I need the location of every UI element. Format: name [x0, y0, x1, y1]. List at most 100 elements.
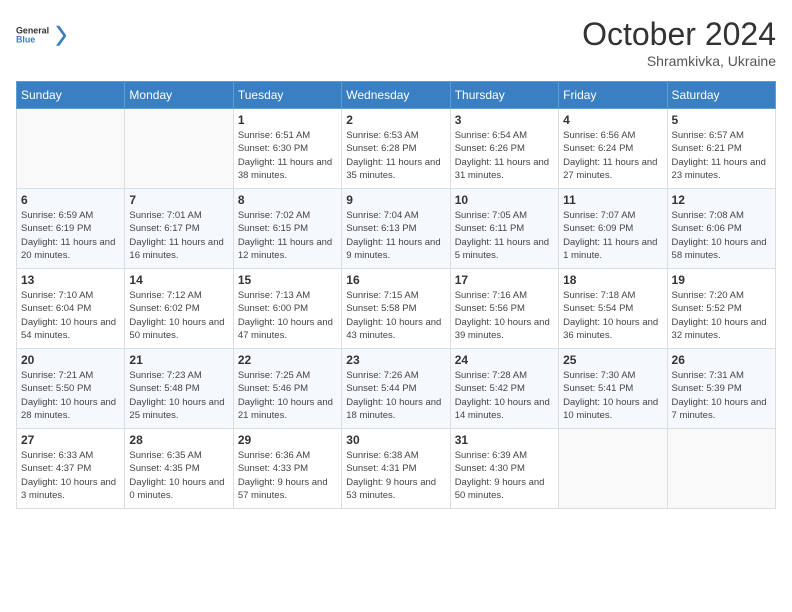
- calendar-cell: 14 Sunrise: 7:12 AMSunset: 6:02 PMDayligh…: [125, 269, 233, 349]
- day-info: Sunrise: 6:39 AMSunset: 4:30 PMDaylight:…: [455, 449, 554, 502]
- calendar-cell: 25 Sunrise: 7:30 AMSunset: 5:41 PMDayligh…: [559, 349, 667, 429]
- day-info: Sunrise: 6:38 AMSunset: 4:31 PMDaylight:…: [346, 449, 445, 502]
- day-number: 3: [455, 113, 554, 127]
- day-info: Sunrise: 7:08 AMSunset: 6:06 PMDaylight:…: [672, 209, 771, 262]
- day-info: Sunrise: 6:56 AMSunset: 6:24 PMDaylight:…: [563, 129, 662, 182]
- calendar-cell: 31 Sunrise: 6:39 AMSunset: 4:30 PMDayligh…: [450, 429, 558, 509]
- day-info: Sunrise: 7:05 AMSunset: 6:11 PMDaylight:…: [455, 209, 554, 262]
- calendar-cell: [667, 429, 775, 509]
- day-info: Sunrise: 6:51 AMSunset: 6:30 PMDaylight:…: [238, 129, 337, 182]
- calendar-cell: 9 Sunrise: 7:04 AMSunset: 6:13 PMDaylight…: [342, 189, 450, 269]
- day-number: 23: [346, 353, 445, 367]
- weekday-header: Sunday: [17, 82, 125, 109]
- calendar-cell: 7 Sunrise: 7:01 AMSunset: 6:17 PMDaylight…: [125, 189, 233, 269]
- day-info: Sunrise: 6:59 AMSunset: 6:19 PMDaylight:…: [21, 209, 120, 262]
- calendar-cell: 30Sunrise: 6:38 AMSunset: 4:31 PMDayligh…: [342, 429, 450, 509]
- calendar-cell: 12 Sunrise: 7:08 AMSunset: 6:06 PMDayligh…: [667, 189, 775, 269]
- day-number: 27: [21, 433, 120, 447]
- calendar-cell: 13 Sunrise: 7:10 AMSunset: 6:04 PMDayligh…: [17, 269, 125, 349]
- day-info: Sunrise: 7:31 AMSunset: 5:39 PMDaylight:…: [672, 369, 771, 422]
- weekday-header: Saturday: [667, 82, 775, 109]
- weekday-header: Thursday: [450, 82, 558, 109]
- logo: General Blue: [16, 16, 66, 56]
- day-info: Sunrise: 6:33 AMSunset: 4:37 PMDaylight:…: [21, 449, 120, 502]
- calendar-cell: 24 Sunrise: 7:28 AMSunset: 5:42 PMDayligh…: [450, 349, 558, 429]
- day-info: Sunrise: 7:04 AMSunset: 6:13 PMDaylight:…: [346, 209, 445, 262]
- calendar-cell: 19Sunrise: 7:20 AMSunset: 5:52 PMDayligh…: [667, 269, 775, 349]
- day-number: 1: [238, 113, 337, 127]
- weekday-header: Tuesday: [233, 82, 341, 109]
- calendar-cell: 21 Sunrise: 7:23 AMSunset: 5:48 PMDayligh…: [125, 349, 233, 429]
- day-info: Sunrise: 6:54 AMSunset: 6:26 PMDaylight:…: [455, 129, 554, 182]
- day-info: Sunrise: 6:35 AMSunset: 4:35 PMDaylight:…: [129, 449, 228, 502]
- day-info: Sunrise: 7:26 AMSunset: 5:44 PMDaylight:…: [346, 369, 445, 422]
- day-info: Sunrise: 7:23 AMSunset: 5:48 PMDaylight:…: [129, 369, 228, 422]
- day-number: 9: [346, 193, 445, 207]
- calendar-cell: 3 Sunrise: 6:54 AMSunset: 6:26 PMDaylight…: [450, 109, 558, 189]
- day-info: Sunrise: 7:30 AMSunset: 5:41 PMDaylight:…: [563, 369, 662, 422]
- calendar-cell: 4 Sunrise: 6:56 AMSunset: 6:24 PMDaylight…: [559, 109, 667, 189]
- day-info: Sunrise: 7:07 AMSunset: 6:09 PMDaylight:…: [563, 209, 662, 262]
- day-number: 10: [455, 193, 554, 207]
- calendar-cell: 28 Sunrise: 6:35 AMSunset: 4:35 PMDayligh…: [125, 429, 233, 509]
- day-info: Sunrise: 7:01 AMSunset: 6:17 PMDaylight:…: [129, 209, 228, 262]
- day-number: 31: [455, 433, 554, 447]
- day-number: 24: [455, 353, 554, 367]
- day-number: 16: [346, 273, 445, 287]
- weekday-header: Wednesday: [342, 82, 450, 109]
- day-info: Sunrise: 6:57 AMSunset: 6:21 PMDaylight:…: [672, 129, 771, 182]
- day-number: 21: [129, 353, 228, 367]
- page-header: General Blue October 2024 Shramkivka, Uk…: [16, 16, 776, 69]
- day-number: 19: [672, 273, 771, 287]
- calendar-cell: 10 Sunrise: 7:05 AMSunset: 6:11 PMDayligh…: [450, 189, 558, 269]
- calendar-cell: 18 Sunrise: 7:18 AMSunset: 5:54 PMDayligh…: [559, 269, 667, 349]
- calendar-cell: 16 Sunrise: 7:15 AMSunset: 5:58 PMDayligh…: [342, 269, 450, 349]
- weekday-header: Monday: [125, 82, 233, 109]
- logo-svg: General Blue: [16, 16, 66, 56]
- day-number: 28: [129, 433, 228, 447]
- day-number: 12: [672, 193, 771, 207]
- day-number: 7: [129, 193, 228, 207]
- svg-text:Blue: Blue: [16, 34, 35, 44]
- day-info: Sunrise: 7:18 AMSunset: 5:54 PMDaylight:…: [563, 289, 662, 342]
- calendar-cell: 26 Sunrise: 7:31 AMSunset: 5:39 PMDayligh…: [667, 349, 775, 429]
- calendar-cell: [125, 109, 233, 189]
- month-title: October 2024: [582, 16, 776, 53]
- calendar-cell: 17Sunrise: 7:16 AMSunset: 5:56 PMDayligh…: [450, 269, 558, 349]
- calendar-cell: 20 Sunrise: 7:21 AMSunset: 5:50 PMDayligh…: [17, 349, 125, 429]
- day-info: Sunrise: 7:10 AMSunset: 6:04 PMDaylight:…: [21, 289, 120, 342]
- day-number: 4: [563, 113, 662, 127]
- calendar-cell: [559, 429, 667, 509]
- calendar-cell: 5 Sunrise: 6:57 AMSunset: 6:21 PMDaylight…: [667, 109, 775, 189]
- day-number: 14: [129, 273, 228, 287]
- day-number: 22: [238, 353, 337, 367]
- day-number: 5: [672, 113, 771, 127]
- calendar-cell: 8 Sunrise: 7:02 AMSunset: 6:15 PMDaylight…: [233, 189, 341, 269]
- day-info: Sunrise: 7:12 AMSunset: 6:02 PMDaylight:…: [129, 289, 228, 342]
- day-info: Sunrise: 7:28 AMSunset: 5:42 PMDaylight:…: [455, 369, 554, 422]
- day-info: Sunrise: 6:36 AMSunset: 4:33 PMDaylight:…: [238, 449, 337, 502]
- day-info: Sunrise: 7:21 AMSunset: 5:50 PMDaylight:…: [21, 369, 120, 422]
- day-info: Sunrise: 6:53 AMSunset: 6:28 PMDaylight:…: [346, 129, 445, 182]
- day-number: 25: [563, 353, 662, 367]
- day-number: 15: [238, 273, 337, 287]
- day-number: 26: [672, 353, 771, 367]
- calendar-cell: 15 Sunrise: 7:13 AMSunset: 6:00 PMDayligh…: [233, 269, 341, 349]
- calendar-cell: 22 Sunrise: 7:25 AMSunset: 5:46 PMDayligh…: [233, 349, 341, 429]
- day-number: 13: [21, 273, 120, 287]
- day-info: Sunrise: 7:13 AMSunset: 6:00 PMDaylight:…: [238, 289, 337, 342]
- day-info: Sunrise: 7:15 AMSunset: 5:58 PMDaylight:…: [346, 289, 445, 342]
- day-number: 20: [21, 353, 120, 367]
- location-subtitle: Shramkivka, Ukraine: [582, 53, 776, 69]
- calendar-cell: 11 Sunrise: 7:07 AMSunset: 6:09 PMDayligh…: [559, 189, 667, 269]
- calendar-cell: 23 Sunrise: 7:26 AMSunset: 5:44 PMDayligh…: [342, 349, 450, 429]
- day-info: Sunrise: 7:02 AMSunset: 6:15 PMDaylight:…: [238, 209, 337, 262]
- day-number: 18: [563, 273, 662, 287]
- day-number: 11: [563, 193, 662, 207]
- day-info: Sunrise: 7:25 AMSunset: 5:46 PMDaylight:…: [238, 369, 337, 422]
- calendar-cell: 6Sunrise: 6:59 AMSunset: 6:19 PMDaylight…: [17, 189, 125, 269]
- title-block: October 2024 Shramkivka, Ukraine: [582, 16, 776, 69]
- calendar-cell: 27 Sunrise: 6:33 AMSunset: 4:37 PMDayligh…: [17, 429, 125, 509]
- day-number: 2: [346, 113, 445, 127]
- day-number: 8: [238, 193, 337, 207]
